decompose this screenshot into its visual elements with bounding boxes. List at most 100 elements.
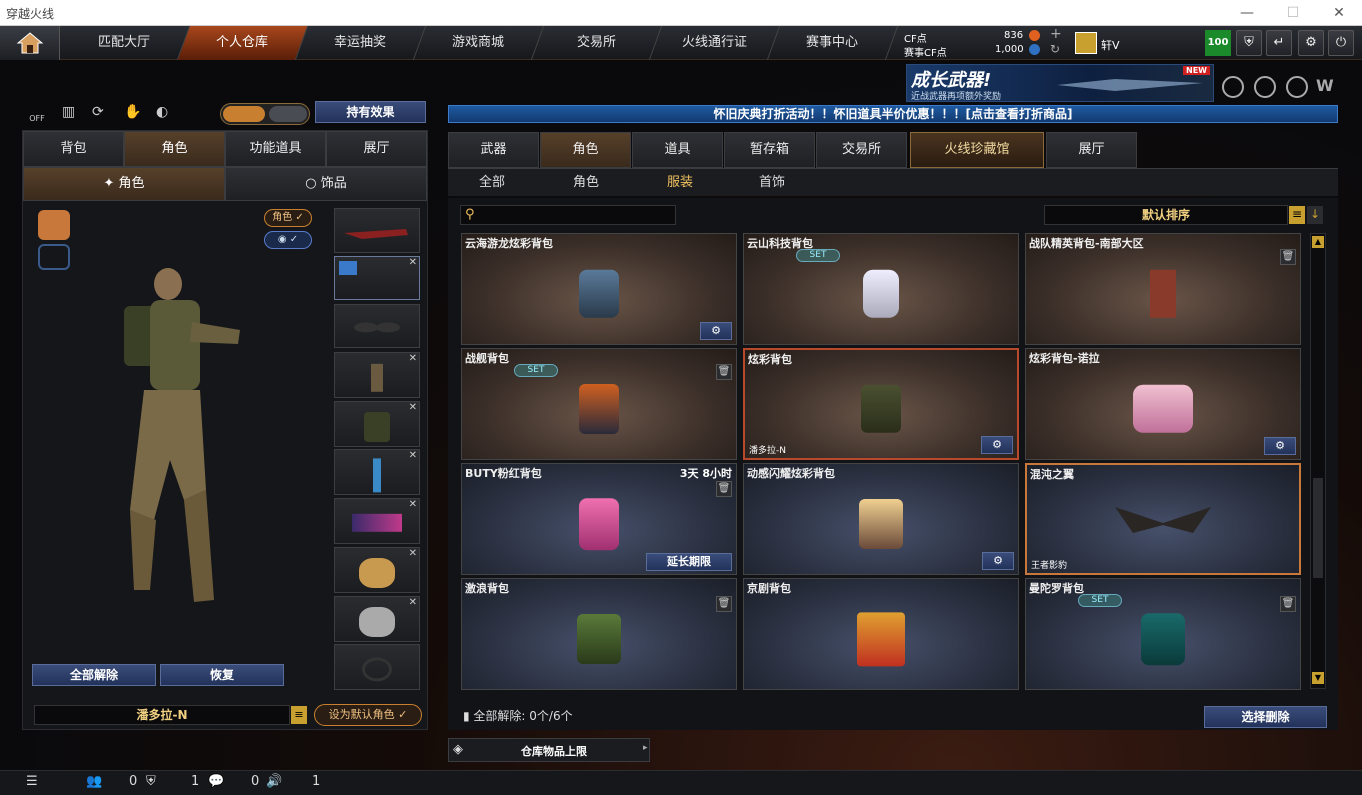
tab-trade[interactable]: 交易所 [816,132,907,168]
tab-lucky-draw[interactable]: 幸运抽奖 [295,26,427,60]
tab-match-lobby[interactable]: 匹配大厅 [59,26,191,60]
scrollbar[interactable]: ▲ ▼ [1310,233,1326,689]
slot-glasses[interactable] [334,304,420,348]
tab-show[interactable]: 展厅 [1046,132,1137,168]
expand-icon[interactable]: ▸ [643,743,648,753]
eye-pill[interactable]: ◉ ✓ [264,231,312,249]
chat-icon[interactable]: 💬 [208,774,224,789]
trash-icon[interactable]: 🗑 [1280,249,1296,265]
slot-spray[interactable]: ✕ [334,449,420,495]
slot-ring-empty[interactable] [334,644,420,690]
sort-down-icon[interactable]: ↓ [1307,206,1323,224]
remove-icon[interactable]: ✕ [409,402,417,413]
subtab-accessories[interactable]: ○ 饰品 [225,167,427,201]
subtab-character[interactable]: ✦ 角色 [23,167,225,201]
tab-temp-storage[interactable]: 暂存箱 [724,132,815,168]
remove-icon[interactable]: ✕ [409,450,417,461]
home-button[interactable] [0,26,60,60]
item-card[interactable]: 云海游龙炫彩背包 ⚙ [461,233,737,345]
trash-icon[interactable]: 🗑 [1280,596,1296,612]
item-card[interactable]: 战队精英背包-南部大区 🗑 [1025,233,1301,345]
item-card-wings[interactable]: 混沌之翼 王者影豹 [1025,463,1301,575]
item-card[interactable]: 动感闪耀炫彩背包 ⚙ [743,463,1019,575]
maximize-button[interactable]: ☐ [1270,0,1316,26]
trash-icon[interactable]: 🗑 [716,364,732,380]
event-icon-4[interactable]: W [1316,76,1338,98]
list-menu-icon[interactable]: ☰ [26,774,38,789]
tab-backpack[interactable]: 背包 [23,131,124,167]
tab-showroom[interactable]: 展厅 [326,131,427,167]
promo-banner[interactable]: 怀旧庆典打折活动！！怀旧道具半价优惠！！！[点击查看打折商品] [448,105,1338,123]
subtab-jewelry[interactable]: 首饰 [742,172,802,194]
event-icon-1[interactable] [1222,76,1244,98]
scroll-down-icon[interactable]: ▼ [1312,672,1324,684]
select-delete-button[interactable]: 选择删除 [1204,706,1327,728]
slot-weapon[interactable] [334,208,420,253]
tab-character[interactable]: 角色 [124,131,225,167]
tab-weapons[interactable]: 武器 [448,132,539,168]
search-input[interactable]: ⚲ [460,205,676,225]
item-card[interactable]: BUTY粉红背包 3天 8小时 🗑 延长期限 [461,463,737,575]
tab-items[interactable]: 道具 [632,132,723,168]
character-view-icon[interactable] [38,210,70,240]
slot-band[interactable]: ✕ [334,498,420,544]
item-card[interactable]: 京剧背包 [743,578,1019,690]
subtab-costume[interactable]: 服装 [650,172,710,194]
item-card[interactable]: 云山科技背包 SET [743,233,1019,345]
scroll-thumb[interactable] [1313,478,1323,578]
event-icon-2[interactable] [1254,76,1276,98]
off-toggle[interactable]: OFF [26,104,48,126]
extend-button[interactable]: 延长期限 [646,553,732,571]
slot-ring-gold[interactable]: ✕ [334,547,420,593]
sort-select[interactable]: 默认排序 [1044,205,1288,225]
rotate-icon[interactable]: ⟳ [92,104,108,120]
shield-icon[interactable]: ⛨ [1236,30,1262,56]
settings-button[interactable]: ⚙ [982,552,1014,570]
tab-collection[interactable]: 火线珍藏馆 [910,132,1044,168]
slot-radio[interactable]: ✕ [334,352,420,398]
refresh-icon[interactable]: ↻ [1050,42,1060,56]
slot-ring-silver[interactable]: ✕ [334,596,420,642]
clan-icon[interactable]: ⛨ [146,774,156,789]
remove-icon[interactable]: ✕ [409,548,417,559]
gift-icon[interactable]: ▥ [62,104,78,120]
item-card[interactable]: 炫彩背包-诺拉 ⚙ [1025,348,1301,460]
subtab-role[interactable]: 角色 [556,172,616,194]
item-card[interactable]: 曼陀罗背包 SET 🗑 [1025,578,1301,690]
minimize-button[interactable]: — [1224,0,1270,26]
gear-icon[interactable]: ⚙ [1298,30,1324,56]
trash-icon[interactable]: 🗑 [716,481,732,497]
settings-button[interactable]: ⚙ [1264,437,1296,455]
view-toggle[interactable] [220,103,310,125]
remove-icon[interactable]: ✕ [409,597,417,608]
return-icon[interactable]: ↵ [1266,30,1292,56]
storage-limit-bar[interactable]: ◈ 仓库物品上限 ▸ [448,738,650,762]
trash-icon[interactable]: 🗑 [716,596,732,612]
ad-banner[interactable]: 成长武器! 近战武器再项额外奖励 NEW [906,64,1214,102]
tab-personal-storage[interactable]: 个人仓库 [177,26,309,60]
character-name-field[interactable]: 潘多拉-N [34,705,290,725]
remove-icon[interactable]: ✕ [409,499,417,510]
set-default-button[interactable]: 设为默认角色 ✓ [314,704,422,726]
add-currency-button[interactable]: + [1050,26,1062,42]
volume-icon[interactable]: 🔊 [266,774,282,789]
scroll-up-icon[interactable]: ▲ [1312,236,1324,248]
subtab-all[interactable]: 全部 [462,172,522,194]
friends-icon[interactable]: 👥 [86,774,102,789]
tab-exchange[interactable]: 交易所 [531,26,663,60]
clear-all-button[interactable]: 全部解除 [32,664,156,686]
tab-characters[interactable]: 角色 [540,132,631,168]
tab-game-mall[interactable]: 游戏商城 [413,26,545,60]
item-card[interactable]: 激浪背包 🗑 [461,578,737,690]
character-pill[interactable]: 角色 ✓ [264,209,312,227]
list-icon[interactable]: ≡ [1289,206,1305,224]
pose-icon[interactable]: ✋ [124,104,141,120]
slot-backpack[interactable]: ✕ [334,401,420,447]
power-icon[interactable]: ⏻ [1328,30,1354,56]
tab-event-center[interactable]: 赛事中心 [767,26,899,60]
item-card-selected[interactable]: 炫彩背包 潘多拉-N ⚙ [743,348,1019,460]
event-icon-3[interactable] [1286,76,1308,98]
tab-function-items[interactable]: 功能道具 [225,131,326,167]
tab-battle-pass[interactable]: 火线通行证 [649,26,781,60]
menu-icon[interactable]: ≡ [291,706,307,724]
